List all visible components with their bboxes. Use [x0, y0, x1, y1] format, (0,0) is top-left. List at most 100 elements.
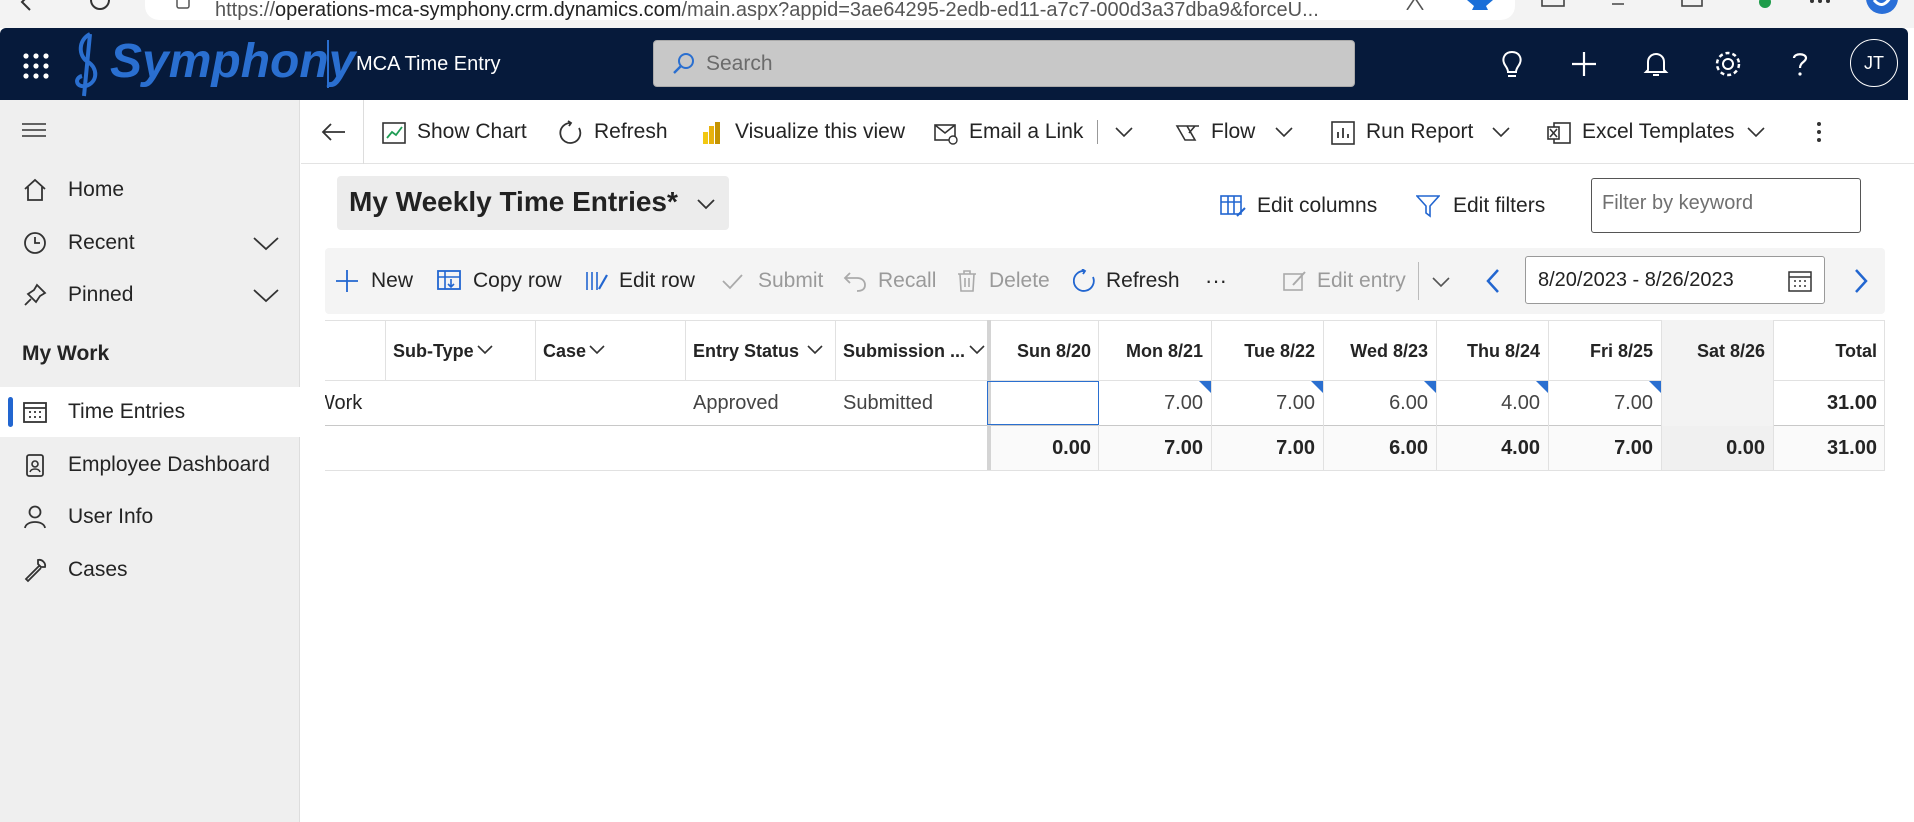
- brand-logo[interactable]: Symphony: [110, 34, 355, 89]
- filter-by-keyword-field[interactable]: [1591, 178, 1861, 233]
- grid-refresh-button[interactable]: Refresh: [1073, 248, 1183, 314]
- favorites-icon[interactable]: [1610, 0, 1638, 8]
- sidebar-item-pinned[interactable]: Pinned: [0, 270, 300, 320]
- lock-icon: [176, 0, 190, 9]
- mon-entry-cell[interactable]: 7.00: [1098, 393, 1203, 413]
- column-header-wed[interactable]: Wed 8/23: [1323, 342, 1428, 360]
- entry-marker: [1649, 381, 1661, 393]
- column-header-fri[interactable]: Fri 8/25: [1548, 342, 1653, 360]
- show-chart-button[interactable]: Show Chart: [381, 100, 531, 164]
- back-arrow-icon[interactable]: [321, 122, 345, 142]
- sidebar-item-home[interactable]: Home: [0, 165, 300, 215]
- edit-row-label: Edit row: [619, 269, 695, 292]
- grand-total-cell: 31.00: [1826, 437, 1877, 459]
- chevron-down-icon[interactable]: [252, 285, 280, 305]
- wed-entry-cell[interactable]: 6.00: [1323, 393, 1428, 413]
- edit-filters-button[interactable]: Edit filters: [1416, 186, 1556, 226]
- more-vertical-icon[interactable]: [1815, 120, 1823, 144]
- column-header-label: Entry Status: [693, 341, 800, 361]
- reload-icon[interactable]: [88, 0, 112, 12]
- sidebar-item-cases[interactable]: Cases: [0, 545, 300, 595]
- previous-week-icon[interactable]: [1485, 268, 1501, 294]
- reader-icon[interactable]: [1405, 0, 1425, 10]
- next-week-icon[interactable]: [1853, 268, 1869, 294]
- column-header-mon[interactable]: Mon 8/21: [1098, 342, 1203, 360]
- column-header-tue[interactable]: Tue 8/22: [1211, 342, 1315, 360]
- refresh-button[interactable]: Refresh: [558, 100, 668, 164]
- column-header-submission[interactable]: Submission ...: [843, 342, 985, 360]
- sidebar-item-time-entries[interactable]: Time Entries: [0, 387, 300, 437]
- edit-columns-button[interactable]: Edit columns: [1220, 186, 1380, 226]
- clock-icon: [24, 232, 46, 254]
- back-arrow-icon[interactable]: [18, 0, 38, 12]
- fri-entry-cell[interactable]: 7.00: [1548, 393, 1653, 413]
- email-link-button[interactable]: Email a Link: [933, 100, 1093, 164]
- date-range-picker[interactable]: 8/20/2023 - 8/26/2023: [1525, 256, 1825, 304]
- tue-entry-cell[interactable]: 7.00: [1211, 393, 1315, 413]
- column-header-sub-type[interactable]: Sub-Type: [393, 342, 493, 360]
- column-header-thu[interactable]: Thu 8/24: [1436, 342, 1540, 360]
- edit-filters-label: Edit filters: [1453, 194, 1546, 217]
- visualize-view-button[interactable]: Visualize this view: [699, 100, 909, 164]
- submit-button[interactable]: Submit: [720, 248, 830, 314]
- search-input[interactable]: Search: [653, 40, 1355, 87]
- column-header-entry-status[interactable]: Entry Status: [693, 341, 823, 361]
- view-selector[interactable]: My Weekly Time Entries*: [337, 176, 729, 230]
- app-launcher-icon[interactable]: [22, 52, 50, 80]
- delete-button[interactable]: Delete: [955, 248, 1055, 314]
- user-avatar[interactable]: JT: [1850, 39, 1898, 87]
- favorite-star-icon[interactable]: [1465, 0, 1495, 10]
- more-commands-button[interactable]: ···: [1205, 248, 1235, 314]
- help-icon[interactable]: [1782, 46, 1818, 82]
- more-icon[interactable]: [1808, 0, 1832, 6]
- edit-entry-button[interactable]: Edit entry: [1283, 248, 1433, 314]
- run-report-button[interactable]: Run Report: [1330, 100, 1520, 164]
- edit-row-button[interactable]: Edit row: [585, 248, 705, 314]
- thu-entry-cell[interactable]: 4.00: [1436, 393, 1540, 413]
- calendar-icon[interactable]: [1788, 269, 1812, 293]
- new-label: New: [371, 269, 414, 292]
- excel-templates-button[interactable]: Excel Templates: [1546, 100, 1776, 164]
- column-header-total[interactable]: Total: [1773, 342, 1877, 360]
- settings-gear-icon[interactable]: [1710, 46, 1746, 82]
- new-button[interactable]: New: [335, 248, 415, 314]
- app-name[interactable]: MCA Time Entry: [356, 53, 500, 76]
- recall-button[interactable]: Recall: [843, 248, 943, 314]
- chevron-down-icon: [807, 345, 823, 355]
- copilot-icon[interactable]: [1860, 0, 1900, 20]
- column-header-sat[interactable]: Sat 8/26: [1661, 342, 1765, 360]
- flow-label: Flow: [1211, 120, 1256, 143]
- sidebar-item-user-info[interactable]: User Info: [0, 492, 300, 542]
- column-header-case[interactable]: Case: [543, 342, 605, 360]
- address-bar[interactable]: https://operations-mca-symphony.crm.dyna…: [145, 0, 1515, 20]
- fri-total-cell: 7.00: [1614, 437, 1653, 459]
- sidebar-item-employee-dashboard[interactable]: Employee Dashboard: [0, 440, 300, 490]
- copy-row-button[interactable]: Copy row: [437, 248, 567, 314]
- bell-icon[interactable]: [1638, 46, 1674, 82]
- chevron-down-icon[interactable]: [1115, 126, 1133, 138]
- collections-icon[interactable]: [1680, 0, 1708, 8]
- report-icon: [1331, 121, 1355, 145]
- chevron-down-icon: [1747, 127, 1765, 138]
- column-header-sun[interactable]: Sun 8/20: [991, 342, 1091, 360]
- extension-icon[interactable]: [1745, 0, 1773, 10]
- sidebar-item-recent[interactable]: Recent: [0, 218, 300, 268]
- recall-label: Recall: [878, 269, 937, 292]
- sidebar-item-label: Time Entries: [68, 400, 186, 423]
- row-total-cell: 31.00: [1826, 392, 1877, 414]
- thu-total-cell: 4.00: [1501, 437, 1540, 459]
- flow-button[interactable]: Flow: [1175, 100, 1305, 164]
- row-project-cell[interactable]: Work: [325, 393, 362, 413]
- sidebar-item-label: Cases: [68, 558, 128, 581]
- column-divider: [685, 320, 686, 380]
- hamburger-menu-icon[interactable]: [22, 122, 46, 138]
- chevron-down-icon[interactable]: [1432, 276, 1450, 288]
- lightbulb-icon[interactable]: [1494, 46, 1530, 82]
- more-commands-label: ···: [1205, 268, 1227, 293]
- home-icon: [24, 178, 46, 201]
- sun-entry-cell-selected[interactable]: [987, 381, 1099, 425]
- filter-keyword-input[interactable]: [1602, 192, 1842, 215]
- chevron-down-icon[interactable]: [252, 233, 280, 253]
- split-screen-icon[interactable]: [1540, 0, 1568, 8]
- plus-icon[interactable]: [1566, 46, 1602, 82]
